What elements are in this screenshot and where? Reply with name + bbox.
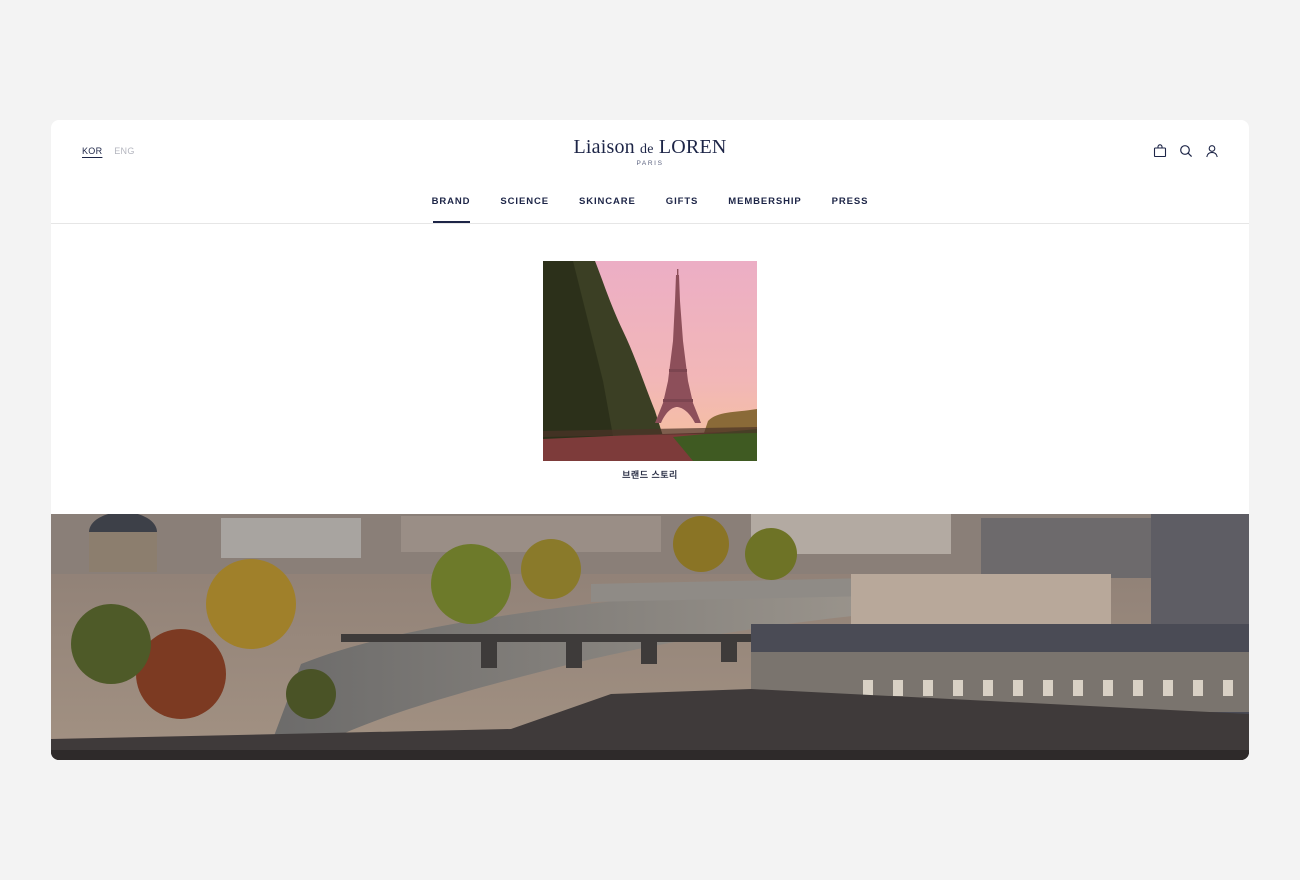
nav-science[interactable]: SCIENCE (500, 196, 549, 223)
paris-hero-image (51, 514, 1249, 760)
user-icon[interactable] (1205, 144, 1219, 158)
nav-gifts[interactable]: GIFTS (666, 196, 698, 223)
nav-membership[interactable]: MEMBERSHIP (728, 196, 801, 223)
shopping-bag-icon[interactable] (1153, 144, 1167, 158)
header-actions (1153, 144, 1219, 158)
brand-logo[interactable]: Liaison de LOREN PARIS (51, 136, 1249, 167)
main-navigation: BRAND SCIENCE SKINCARE GIFTS MEMBERSHIP … (51, 196, 1249, 223)
logo-part-liaison: Liaison (573, 136, 635, 158)
brand-story-label: 브랜드 스토리 (622, 470, 678, 480)
nav-press[interactable]: PRESS (832, 196, 869, 223)
brand-story-card[interactable]: 브랜드 스토리 (543, 261, 757, 481)
logo-part-de: de (640, 142, 654, 157)
search-icon[interactable] (1179, 144, 1193, 158)
logo-wordmark: Liaison de LOREN (51, 136, 1249, 159)
eiffel-tower-image (543, 261, 757, 461)
header-divider (51, 223, 1249, 224)
nav-brand[interactable]: BRAND (432, 196, 471, 223)
browser-window: KOR ENG Liaison de LOREN PARIS BRAND SCI… (51, 120, 1249, 760)
logo-subtitle: PARIS (636, 160, 664, 167)
nav-skincare[interactable]: SKINCARE (579, 196, 636, 223)
logo-part-loren: LOREN (658, 136, 727, 158)
hero-illustration (51, 514, 1249, 760)
